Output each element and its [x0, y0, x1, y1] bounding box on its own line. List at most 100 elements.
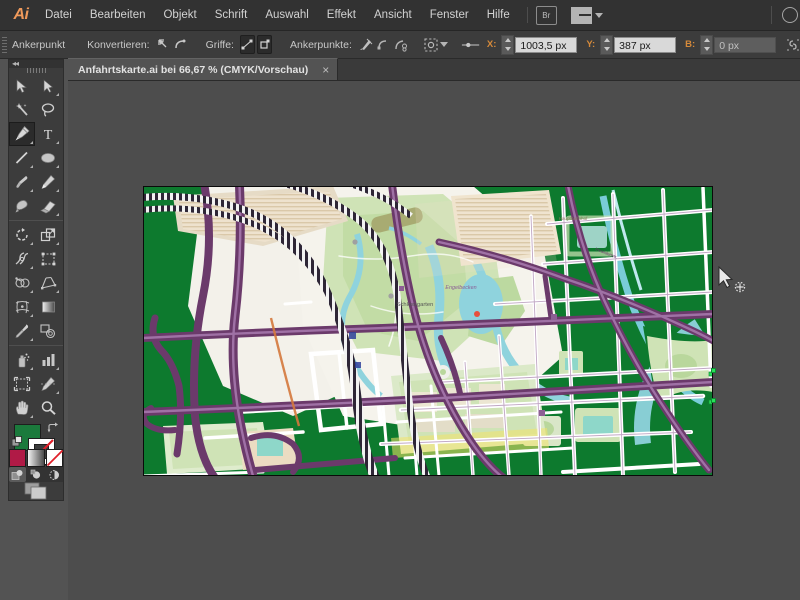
tools-panel: ◂◂ T	[8, 59, 64, 501]
pen-tool-close-path-cursor	[716, 265, 750, 301]
swap-fill-stroke-icon[interactable]	[47, 422, 59, 437]
y-input[interactable]: 387 px	[614, 36, 677, 53]
tool-blend[interactable]	[35, 319, 61, 343]
tool-pen[interactable]	[9, 121, 35, 146]
color-mode-button[interactable]	[9, 449, 27, 467]
document-tab[interactable]: Anfahrtskarte.ai bei 66,67 % (CMYK/Vorsc…	[68, 58, 339, 80]
draw-behind-button[interactable]	[28, 467, 45, 482]
tool-type[interactable]: T	[35, 122, 61, 146]
tool-free-transform[interactable]	[35, 247, 61, 271]
tool-rotate[interactable]	[9, 223, 35, 247]
y-stepper[interactable]	[600, 34, 614, 55]
bridge-icon[interactable]: Br	[535, 5, 557, 25]
y-field-label: Y:	[586, 39, 596, 50]
tool-shape-builder[interactable]	[9, 271, 35, 295]
map-artwork[interactable]: Engelbecken Schlossgarten Hauptbahnhof I…	[143, 186, 713, 476]
x-stepper[interactable]	[501, 34, 515, 55]
tool-eraser[interactable]	[35, 194, 61, 218]
menu-objekt[interactable]: Objekt	[154, 0, 205, 30]
tools-panel-header: ◂◂	[9, 60, 63, 68]
none-mode-button[interactable]	[45, 449, 63, 467]
show-handles-icon[interactable]	[239, 35, 255, 54]
arrange-documents-icon	[570, 6, 592, 24]
color-controls	[9, 420, 63, 465]
collapse-panel-icon[interactable]: ◂◂	[12, 60, 19, 68]
menu-datei[interactable]: Datei	[36, 0, 81, 30]
tool-scale[interactable]	[35, 223, 61, 247]
chevron-down-icon	[594, 12, 603, 18]
arrange-documents-button[interactable]	[570, 6, 603, 24]
cut-path-icon[interactable]	[393, 35, 409, 54]
gradient-mode-button[interactable]	[27, 449, 45, 467]
connect-anchors-icon[interactable]	[376, 35, 391, 54]
menu-effekt[interactable]: Effekt	[318, 0, 365, 30]
tool-artboard[interactable]	[9, 372, 35, 396]
tool-selection[interactable]	[9, 74, 35, 98]
link-dimensions-icon[interactable]	[786, 37, 800, 53]
document-tab-title: Anfahrtskarte.ai bei 66,67 % (CMYK/Vorsc…	[78, 63, 309, 76]
control-bar: Ankerpunkt Konvertieren: Griffe: Ankerpu…	[0, 31, 800, 59]
draw-normal-button[interactable]	[9, 467, 26, 482]
tool-direct-selection[interactable]	[35, 74, 61, 98]
menu-fenster[interactable]: Fenster	[421, 0, 478, 30]
x-field-label: X:	[486, 39, 497, 50]
x-input[interactable]: 1003,5 px	[515, 36, 578, 53]
draw-inside-button[interactable]	[46, 467, 63, 482]
tool-eyedropper[interactable]	[9, 319, 35, 343]
menu-divider-right	[771, 6, 772, 24]
path-anchor-point[interactable]	[711, 368, 716, 373]
isolate-selected-object-icon[interactable]	[423, 35, 439, 54]
search-icon[interactable]	[782, 7, 798, 23]
svg-text:Hauptbahnhof: Hauptbahnhof	[559, 216, 589, 221]
align-to-pixel-icon[interactable]	[461, 35, 481, 54]
fill-mode-buttons	[9, 448, 63, 467]
tool-paintbrush[interactable]	[9, 170, 35, 194]
anchors-label: Ankerpunkte:	[289, 38, 352, 51]
tool-pencil[interactable]	[35, 170, 61, 194]
tool-magic-wand[interactable]	[9, 98, 35, 122]
tool-hand[interactable]	[9, 396, 35, 420]
isolate-chevron-down-icon[interactable]	[439, 42, 448, 47]
tool-perspective-grid[interactable]	[35, 271, 61, 295]
menu-schrift[interactable]: Schrift	[206, 0, 257, 30]
menu-bearbeiten[interactable]: Bearbeiten	[81, 0, 155, 30]
tool-lasso[interactable]	[35, 98, 61, 122]
menu-hilfe[interactable]: Hilfe	[478, 0, 519, 30]
document-canvas[interactable]: Engelbecken Schlossgarten Hauptbahnhof I…	[68, 81, 800, 600]
tool-width[interactable]	[9, 247, 35, 271]
hide-handles-icon[interactable]	[256, 35, 272, 54]
active-tool-label: Ankerpunkt	[12, 38, 66, 51]
tool-ellipse[interactable]	[35, 146, 61, 170]
default-fill-stroke-icon[interactable]	[11, 434, 23, 447]
tool-divider-2	[9, 344, 63, 346]
width-field-label: B:	[685, 39, 696, 50]
screen-mode-button[interactable]	[9, 482, 63, 500]
handles-label: Griffe:	[205, 38, 234, 51]
x-field-group: X: 1003,5 px	[482, 34, 578, 55]
width-stepper[interactable]	[700, 34, 714, 55]
close-icon[interactable]: ×	[322, 64, 329, 76]
width-input[interactable]: 0 px	[714, 36, 777, 53]
tool-list: T	[9, 74, 63, 420]
tool-zoom[interactable]	[35, 396, 61, 420]
tool-gradient[interactable]	[35, 295, 61, 319]
tool-column-graph[interactable]	[35, 348, 61, 372]
tool-slice[interactable]	[35, 372, 61, 396]
menu-ansicht[interactable]: Ansicht	[365, 0, 421, 30]
tool-blob-brush[interactable]	[9, 194, 35, 218]
path-anchor-point[interactable]	[711, 398, 716, 403]
tool-divider-1	[9, 219, 63, 221]
convert-label: Konvertieren:	[87, 38, 150, 51]
tool-symbol-sprayer[interactable]	[9, 348, 35, 372]
remove-anchor-icon[interactable]	[358, 35, 374, 54]
convert-to-smooth-icon[interactable]	[173, 35, 188, 54]
menu-bar-right	[771, 0, 800, 30]
map-label-0: Engelbecken	[445, 285, 476, 291]
map-label-1: Schlossgarten	[397, 302, 434, 308]
menu-auswahl[interactable]: Auswahl	[256, 0, 317, 30]
app-logo: Ai	[13, 6, 30, 23]
tool-mesh[interactable]	[9, 295, 35, 319]
menu-bar: Ai Datei Bearbeiten Objekt Schrift Auswa…	[0, 0, 800, 31]
convert-to-corner-icon[interactable]	[156, 35, 171, 54]
tool-line-segment[interactable]	[9, 146, 35, 170]
